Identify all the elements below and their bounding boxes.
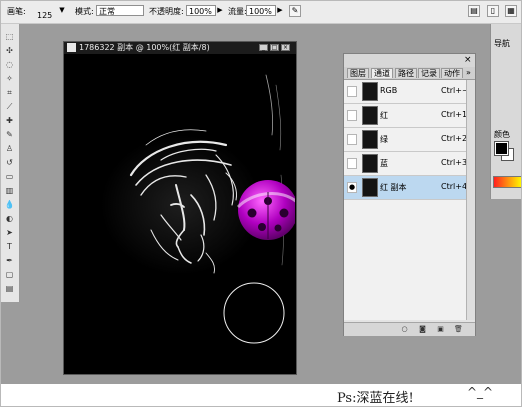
tab-color[interactable]: 颜色 <box>494 129 510 140</box>
color-ramp[interactable] <box>493 176 521 188</box>
document-canvas[interactable] <box>66 55 300 373</box>
tool-presets-icon[interactable]: ▦ <box>505 5 517 17</box>
opacity-label: 不透明度: <box>149 7 184 16</box>
path-selection-icon[interactable]: ➤ <box>4 228 15 238</box>
tab-paths[interactable]: 路径 <box>395 68 417 78</box>
visibility-toggle-icon[interactable] <box>347 86 357 97</box>
gradient-tool-icon[interactable]: ▥ <box>4 186 15 196</box>
channel-row-rgb[interactable]: RGB Ctrl+~ <box>344 80 469 104</box>
right-dock: 导航 颜色 <box>490 24 521 199</box>
airbrush-icon[interactable]: ✎ <box>289 5 301 17</box>
mode-label: 模式: <box>75 7 94 16</box>
channel-thumbnail <box>362 106 378 125</box>
brush-tool-icon[interactable]: ✎ <box>4 130 15 140</box>
eraser-tool-icon[interactable]: ▭ <box>4 172 15 182</box>
tab-navigator[interactable]: 导航 <box>494 38 510 49</box>
minimize-icon[interactable]: _ <box>259 44 268 51</box>
panel-header[interactable]: × <box>344 54 475 67</box>
canvas-artwork <box>66 55 300 373</box>
document-title: 1786322 副本 @ 100%(红 副本/8) <box>79 43 210 52</box>
visibility-toggle-icon[interactable] <box>347 110 357 121</box>
brush-dropdown-icon[interactable]: ▼ <box>58 5 66 16</box>
clone-stamp-icon[interactable]: ♙ <box>4 144 15 154</box>
panel-scrollbar[interactable] <box>466 80 475 320</box>
channel-list: RGB Ctrl+~ 红 Ctrl+1 绿 Ctrl+2 蓝 Ctrl+3 ● … <box>344 80 475 320</box>
tab-history[interactable]: 记录 <box>418 68 440 78</box>
channel-row-green[interactable]: 绿 Ctrl+2 <box>344 128 468 152</box>
channel-name: 红 <box>380 111 388 120</box>
channel-shortcut: Ctrl+4 <box>441 182 468 191</box>
magic-wand-icon[interactable]: ✧ <box>4 74 15 84</box>
channel-row-red-copy[interactable]: ● 红 副本 Ctrl+4 <box>344 176 468 200</box>
photoshop-doc-icon <box>67 43 76 52</box>
document-titlebar[interactable]: 1786322 副本 @ 100%(红 副本/8) _ □ × <box>64 42 296 54</box>
slice-tool-icon[interactable]: ⟋ <box>4 102 15 112</box>
new-channel-icon[interactable]: ▣ <box>436 325 445 333</box>
toolbox: ⬚ ✣ ◌ ✧ ⌗ ⟋ ✚ ✎ ♙ ↺ ▭ ▥ 💧 ◐ ➤ T ✒ ▢ ▤ <box>1 24 20 302</box>
watermark-caption: Ps:深蓝在线! <box>337 391 414 406</box>
channels-panel: × 图层 通道 路径 记录 动作 » RGB Ctrl+~ 红 Ctrl+1 绿… <box>343 53 476 336</box>
channel-shortcut: Ctrl+3 <box>441 158 468 167</box>
lasso-tool-icon[interactable]: ◌ <box>4 60 15 70</box>
document-window[interactable]: 1786322 副本 @ 100%(红 副本/8) _ □ × <box>63 41 300 375</box>
channel-thumbnail <box>362 130 378 149</box>
panel-close-icon[interactable]: × <box>464 55 472 65</box>
channel-row-red[interactable]: 红 Ctrl+1 <box>344 104 468 128</box>
shape-tool-icon[interactable]: ▢ <box>4 270 15 280</box>
flow-label: 流量: <box>228 7 247 16</box>
foreground-color-swatch[interactable] <box>494 141 509 156</box>
load-selection-icon[interactable]: ○ <box>400 325 409 333</box>
screenshot-frame: 画笔: 125 ▼ 模式: 正常 不透明度: 100% ▶ 流量: 100% ▶… <box>0 0 522 407</box>
file-browser-icon[interactable]: ▯ <box>487 5 499 17</box>
close-icon[interactable]: × <box>281 44 290 51</box>
channel-name: RGB <box>380 86 398 95</box>
tab-layers[interactable]: 图层 <box>347 68 369 78</box>
emoticon: ^_^ <box>467 385 494 399</box>
channel-name: 红 副本 <box>380 183 407 192</box>
channel-thumbnail <box>362 154 378 173</box>
visibility-toggle-icon[interactable] <box>347 134 357 145</box>
save-selection-icon[interactable]: ◙ <box>418 325 427 333</box>
brush-label: 画笔: <box>7 7 26 16</box>
channel-thumbnail <box>362 82 378 101</box>
notes-tool-icon[interactable]: ▤ <box>4 284 15 294</box>
visibility-toggle-icon[interactable] <box>347 158 357 169</box>
brush-size[interactable]: 125 <box>37 11 52 20</box>
options-bar: 画笔: 125 ▼ 模式: 正常 不透明度: 100% ▶ 流量: 100% ▶… <box>1 1 521 24</box>
move-tool-icon[interactable]: ✣ <box>4 46 15 56</box>
tab-channels[interactable]: 通道 <box>371 68 393 78</box>
dodge-tool-icon[interactable]: ◐ <box>4 214 15 224</box>
type-tool-icon[interactable]: T <box>4 242 15 252</box>
crop-tool-icon[interactable]: ⌗ <box>4 88 15 98</box>
delete-channel-icon[interactable]: 🗑 <box>454 325 463 333</box>
marquee-tool-icon[interactable]: ⬚ <box>4 32 15 42</box>
channel-shortcut: Ctrl+~ <box>441 86 469 95</box>
channel-shortcut: Ctrl+1 <box>441 110 468 119</box>
opacity-arrow-icon[interactable]: ▶ <box>216 5 224 16</box>
panel-footer: ○ ◙ ▣ 🗑 <box>344 322 475 336</box>
channel-thumbnail <box>362 178 378 197</box>
flow-arrow-icon[interactable]: ▶ <box>276 5 284 16</box>
opacity-input[interactable]: 100% <box>186 5 216 16</box>
brushes-palette-icon[interactable]: ▤ <box>468 5 480 17</box>
channel-name: 蓝 <box>380 159 388 168</box>
history-brush-icon[interactable]: ↺ <box>4 158 15 168</box>
flow-input[interactable]: 100% <box>246 5 276 16</box>
pen-tool-icon[interactable]: ✒ <box>4 256 15 266</box>
blur-tool-icon[interactable]: 💧 <box>4 200 15 210</box>
eye-icon[interactable]: ● <box>347 182 357 193</box>
panel-menu-icon[interactable]: » <box>466 68 471 77</box>
maximize-icon[interactable]: □ <box>270 44 279 51</box>
channel-row-blue[interactable]: 蓝 Ctrl+3 <box>344 152 468 176</box>
channel-name: 绿 <box>380 135 388 144</box>
channel-shortcut: Ctrl+2 <box>441 134 468 143</box>
tab-actions[interactable]: 动作 <box>441 68 463 78</box>
mode-select[interactable]: 正常 <box>96 5 144 16</box>
healing-brush-icon[interactable]: ✚ <box>4 116 15 126</box>
panel-tabs: 图层 通道 路径 记录 动作 » <box>344 67 475 80</box>
